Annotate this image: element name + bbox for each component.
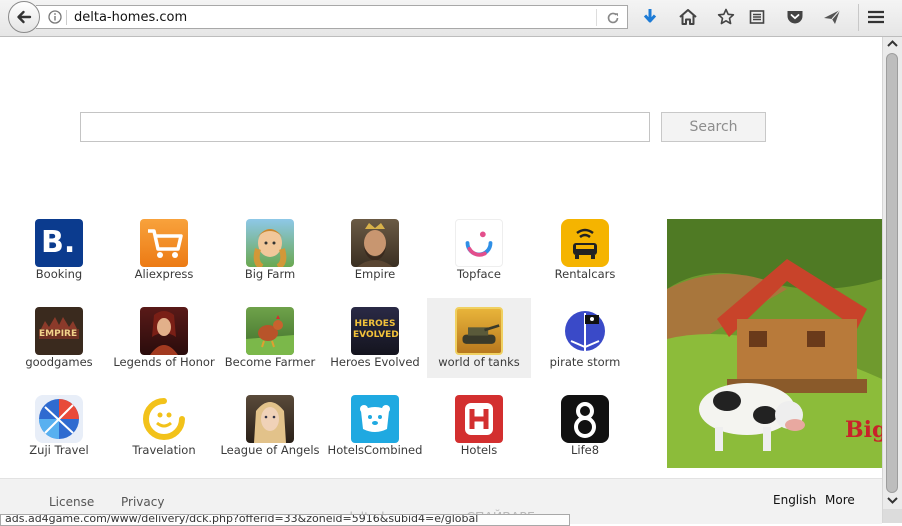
heroes-evolved-icon: HEROES EVOLVED xyxy=(351,307,399,355)
menu-icon[interactable] xyxy=(867,8,885,26)
download-icon[interactable] xyxy=(641,8,659,26)
hotelscombined-icon xyxy=(351,395,399,443)
status-url: ads.ad4game.com/www/delivery/dck.php?off… xyxy=(5,514,479,525)
league-of-angels-icon xyxy=(246,395,294,443)
tile-label: Life8 xyxy=(570,443,600,457)
divider xyxy=(596,9,597,26)
pocket-icon[interactable] xyxy=(786,8,804,26)
back-button[interactable] xyxy=(8,1,40,33)
tile-label: pirate storm xyxy=(549,355,621,369)
more-link[interactable]: More xyxy=(825,493,855,507)
tile-aliexpress[interactable]: Aliexpress xyxy=(112,213,216,295)
booking-logo-text: B. xyxy=(41,225,76,260)
license-link[interactable]: License xyxy=(49,495,94,509)
tile-zuji-travel[interactable]: Zuji Travel xyxy=(7,389,111,471)
goodgames-logo-text: EMPIRE xyxy=(39,329,78,339)
travelation-icon xyxy=(140,395,188,443)
url-text[interactable]: delta-homes.com xyxy=(74,10,187,25)
legends-of-honor-icon xyxy=(140,307,188,355)
send-icon[interactable] xyxy=(823,8,841,26)
goodgames-icon: EMPIRE xyxy=(35,307,83,355)
tile-hotels[interactable]: Hotels xyxy=(427,389,531,471)
become-farmer-icon xyxy=(246,307,294,355)
zuji-travel-icon xyxy=(35,395,83,443)
divider xyxy=(66,10,67,25)
tile-topface[interactable]: Topface xyxy=(427,213,531,295)
tile-label: Rentalcars xyxy=(554,267,616,281)
scroll-thumb[interactable] xyxy=(886,53,898,493)
tile-pirate-storm[interactable]: pirate storm xyxy=(533,301,637,383)
tile-become-farmer[interactable]: Become Farmer xyxy=(218,301,322,383)
divider xyxy=(858,4,859,31)
reading-list-icon[interactable] xyxy=(748,8,766,26)
car-icon xyxy=(561,219,609,267)
language-link[interactable]: English xyxy=(773,493,816,507)
pirate-storm-icon xyxy=(561,307,609,355)
tile-legends-of-honor[interactable]: Legends of Honor xyxy=(112,301,216,383)
tile-hotelscombined[interactable]: HotelsCombined xyxy=(323,389,427,471)
back-arrow-icon xyxy=(17,10,32,24)
search-button[interactable]: Search xyxy=(661,112,766,142)
tile-empire[interactable]: Empire xyxy=(323,213,427,295)
big-farm-icon xyxy=(246,219,294,267)
status-bar: ads.ad4game.com/www/delivery/dck.php?off… xyxy=(0,514,570,526)
tile-rentalcars[interactable]: Rentalcars xyxy=(533,213,637,295)
vertical-scrollbar[interactable] xyxy=(882,37,902,523)
scroll-down-icon[interactable] xyxy=(883,493,902,507)
heroes-logo-text: HEROES EVOLVED xyxy=(353,319,399,340)
browser-toolbar: delta-homes.com xyxy=(0,0,902,37)
ad-logo-text: Big xyxy=(845,417,882,443)
topface-icon xyxy=(455,219,503,267)
bookmark-star-icon[interactable] xyxy=(717,8,735,26)
tile-world-of-tanks[interactable]: world of tanks xyxy=(427,298,531,378)
home-icon[interactable] xyxy=(679,8,697,26)
search-input[interactable] xyxy=(80,112,650,142)
tile-life8[interactable]: Life8 xyxy=(533,389,637,471)
info-icon[interactable] xyxy=(48,10,62,24)
ad-banner[interactable]: Big xyxy=(667,219,882,468)
reload-icon[interactable] xyxy=(605,10,621,26)
scroll-up-icon[interactable] xyxy=(883,37,902,51)
tile-booking[interactable]: B. Booking xyxy=(7,213,111,295)
tile-travelation[interactable]: Travelation xyxy=(112,389,216,471)
tile-big-farm[interactable]: Big Farm xyxy=(218,213,322,295)
shopping-cart-icon xyxy=(140,219,188,267)
booking-icon: B. xyxy=(35,219,83,267)
tile-heroes-evolved[interactable]: HEROES EVOLVED Heroes Evolved xyxy=(323,301,427,383)
life8-icon xyxy=(561,395,609,443)
tile-league-of-angels[interactable]: League of Angels xyxy=(218,389,322,471)
address-bar[interactable]: delta-homes.com xyxy=(36,5,628,29)
tank-icon xyxy=(455,307,503,355)
empire-icon xyxy=(351,219,399,267)
hotels-icon xyxy=(455,395,503,443)
privacy-link[interactable]: Privacy xyxy=(121,495,164,509)
tile-goodgames[interactable]: EMPIRE goodgames xyxy=(7,301,111,383)
scroll-corner xyxy=(883,509,902,523)
